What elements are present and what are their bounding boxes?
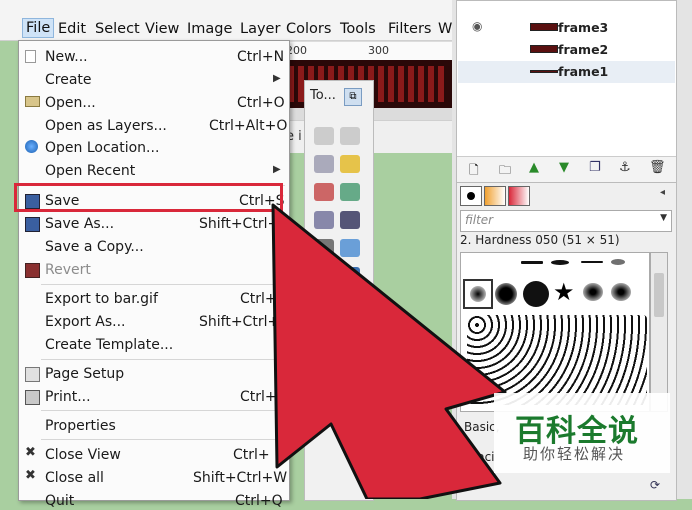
watermark-subtitle: 助你轻松解决 <box>523 445 626 463</box>
